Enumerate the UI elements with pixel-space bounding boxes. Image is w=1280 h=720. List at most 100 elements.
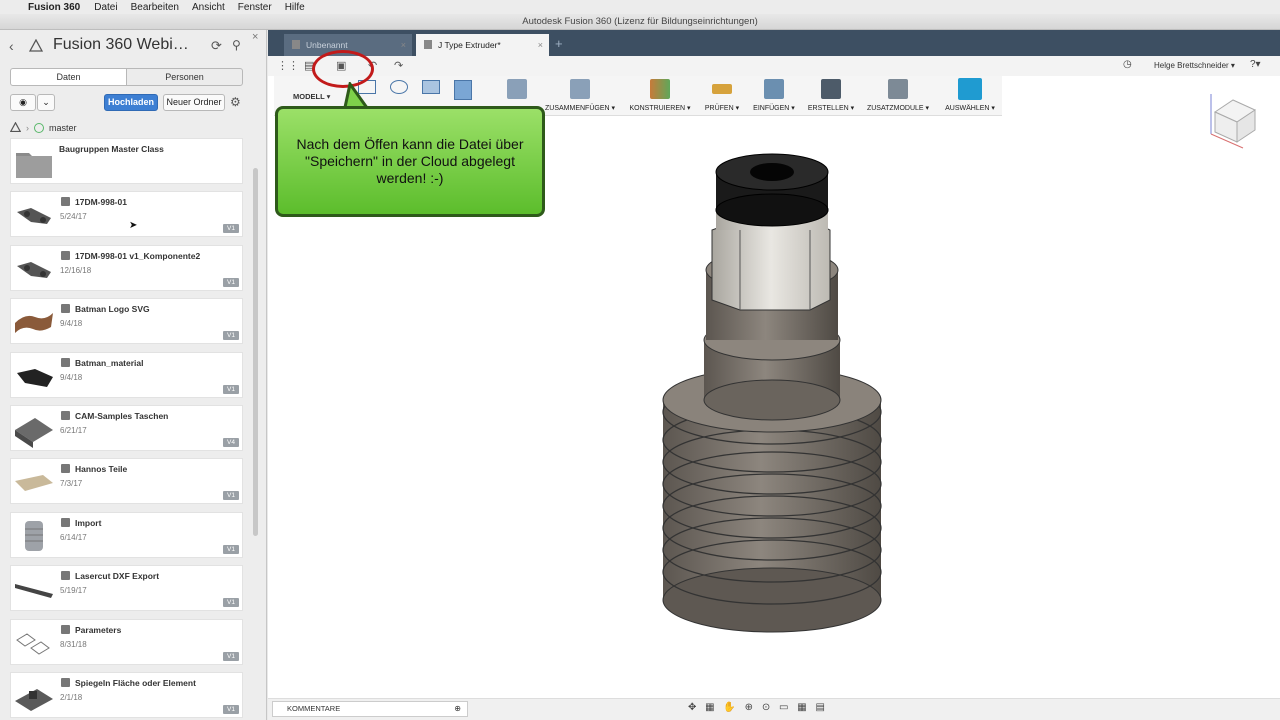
item-name: Hannos Teile <box>75 464 128 475</box>
ribbon-zusatzmodule[interactable]: ZUSATZMODULE ▾ <box>864 76 932 116</box>
pan-icon[interactable]: ✋ <box>723 702 738 713</box>
menu-datei[interactable]: Datei <box>94 2 117 13</box>
orbit-icon[interactable]: ✥ <box>688 702 699 713</box>
zoom-icon[interactable]: ⊕ <box>745 702 756 713</box>
new-folder-button[interactable]: Neuer Ordner <box>163 94 225 111</box>
ribbon-zusammenfuegen[interactable]: ZUSAMMENFÜGEN ▾ <box>544 76 616 116</box>
help-icon[interactable]: ?▾ <box>1250 59 1261 70</box>
comments-panel[interactable]: KOMMENTARE ⊕ <box>272 701 468 717</box>
list-item[interactable]: CAM-Samples Taschen 6/21/17 V4 <box>10 404 243 451</box>
ribbon-einfuegen[interactable]: EINFÜGEN ▾ <box>750 76 798 116</box>
tutorial-callout: Nach dem Öffen kann die Datei über "Spei… <box>275 106 545 217</box>
design-thumbnail <box>15 688 53 711</box>
navigation-bar: ✥ ▦ ✋ ⊕ ⊙ ▭ ▦ ▤ <box>688 702 828 713</box>
list-item[interactable]: 17DM-998-01 v1_Komponente2 12/16/18 V1 <box>10 244 243 291</box>
hub-small-icon[interactable] <box>10 122 21 133</box>
make-icon <box>821 79 841 99</box>
list-item[interactable]: Batman Logo SVG 9/4/18 V1 <box>10 298 243 345</box>
gear-icon[interactable]: ⚙ <box>230 95 241 109</box>
box-icon[interactable] <box>454 80 472 100</box>
add-comment-icon[interactable]: ⊕ <box>454 702 461 716</box>
hub-title[interactable]: Fusion 360 Webi… <box>53 36 189 54</box>
look-at-icon[interactable]: ▦ <box>705 702 717 713</box>
design-thumbnail <box>15 584 53 599</box>
menu-ansicht[interactable]: Ansicht <box>192 2 225 13</box>
tab-label: Unbenannt <box>306 40 348 50</box>
clock-icon[interactable]: ◷ <box>1123 59 1132 70</box>
list-item[interactable]: Hannos Teile 7/3/17 V1 <box>10 458 243 505</box>
design-cube-icon <box>61 571 70 581</box>
new-tab-icon[interactable]: + <box>555 36 563 51</box>
fit-icon[interactable]: ⊙ <box>762 702 773 713</box>
panel-scrollbar[interactable] <box>253 168 258 536</box>
user-menu[interactable]: Helge Brettschneider ▾ <box>1154 61 1235 70</box>
chevron-down-icon: ⌄ <box>42 97 50 107</box>
extruder-part-model[interactable] <box>650 150 890 670</box>
design-cube-icon <box>61 464 70 474</box>
viewcube[interactable] <box>1205 90 1263 150</box>
breadcrumb-branch[interactable]: master <box>49 123 77 133</box>
ribbon-konstruieren[interactable]: KONSTRUIEREN ▾ <box>628 76 692 116</box>
list-item[interactable]: Spiegeln Fläche oder Element 2/1/18 V1 <box>10 671 243 718</box>
tab-j-type-extruder[interactable]: J Type Extruder* × <box>416 34 549 56</box>
item-name: 17DM-998-01 <box>75 197 127 208</box>
list-item[interactable]: Import 6/14/17 V1 <box>10 511 243 558</box>
data-panel-header: ‹ Fusion 360 Webi… ⟳ ⚲ × <box>0 30 266 62</box>
list-item[interactable]: Lasercut DXF Export 5/19/17 V1 <box>10 565 243 612</box>
item-name: Parameters <box>75 624 122 635</box>
ribbon-erstellen[interactable]: ERSTELLEN ▾ <box>806 76 856 116</box>
design-cube-icon <box>61 677 70 687</box>
extrude-icon[interactable] <box>422 80 440 94</box>
close-tab-icon[interactable]: × <box>401 34 406 56</box>
close-tab-icon[interactable]: × <box>538 34 543 56</box>
tab-label: J Type Extruder* <box>438 40 501 50</box>
macos-menubar: Fusion 360 Datei Bearbeiten Ansicht Fens… <box>0 0 1280 14</box>
item-name: Batman_material <box>75 357 144 368</box>
revolve-icon[interactable] <box>390 80 408 94</box>
view-toggle-button[interactable]: ◉ <box>10 94 36 111</box>
design-thumbnail <box>15 475 53 492</box>
grid-settings-icon[interactable]: ▦ <box>797 702 809 713</box>
menu-fenster[interactable]: Fenster <box>238 2 272 13</box>
list-item[interactable]: Batman_material 9/4/18 V1 <box>10 351 243 398</box>
menu-app-name[interactable]: Fusion 360 <box>28 2 80 13</box>
workspace-switcher[interactable]: MODELL ▾ <box>293 92 330 101</box>
list-item[interactable]: Baugruppen Master Class <box>10 138 243 184</box>
redo-icon[interactable]: ↷ <box>394 59 403 72</box>
viewports-icon[interactable]: ▤ <box>815 702 827 713</box>
ribbon-pruefen[interactable]: PRÜFEN ▾ <box>702 76 742 116</box>
tab-personen[interactable]: Personen <box>126 68 243 86</box>
ribbon-label: ZUSATZMODULE ▾ <box>866 105 930 112</box>
display-settings-icon[interactable]: ▭ <box>779 702 791 713</box>
search-icon[interactable]: ⚲ <box>232 38 241 52</box>
close-panel-icon[interactable]: × <box>252 31 258 43</box>
mouse-cursor-icon: ➤ <box>129 220 138 231</box>
list-item[interactable]: 17DM-998-01 5/24/17 V1 <box>10 191 243 238</box>
list-item[interactable]: Parameters 8/31/18 V1 <box>10 618 243 665</box>
select-icon <box>958 78 982 100</box>
design-cube-icon <box>61 357 70 367</box>
bottom-bar: KOMMENTARE ⊕ ✥ ▦ ✋ ⊕ ⊙ ▭ ▦ ▤ <box>268 698 1280 720</box>
view-dropdown-button[interactable]: ⌄ <box>37 94 55 111</box>
ribbon-auswaehlen[interactable]: AUSWÄHLEN ▾ <box>942 76 998 116</box>
eye-icon: ◉ <box>19 97 27 107</box>
menu-bearbeiten[interactable]: Bearbeiten <box>131 2 179 13</box>
addins-icon <box>888 79 908 99</box>
version-badge: V1 <box>223 704 239 714</box>
refresh-icon[interactable]: ⟳ <box>211 38 222 54</box>
ribbon-label: KONSTRUIEREN ▾ <box>629 105 691 112</box>
upload-button[interactable]: Hochladen <box>104 94 158 111</box>
grid-menu-icon[interactable]: ⋮⋮ <box>277 59 299 72</box>
back-chevron-icon[interactable]: ‹ <box>9 38 14 54</box>
tab-daten[interactable]: Daten <box>10 68 127 86</box>
design-thumbnail <box>17 208 51 225</box>
version-badge: V1 <box>223 331 239 341</box>
item-date: 5/19/17 <box>60 586 87 596</box>
design-thumbnail <box>16 632 50 655</box>
item-date: 9/4/18 <box>60 372 83 382</box>
version-badge: V4 <box>223 437 239 447</box>
item-date: 6/21/17 <box>60 425 87 435</box>
menu-hilfe[interactable]: Hilfe <box>285 2 305 13</box>
data-panel: ‹ Fusion 360 Webi… ⟳ ⚲ × Daten Personen … <box>0 30 267 720</box>
design-thumbnail <box>17 261 51 278</box>
